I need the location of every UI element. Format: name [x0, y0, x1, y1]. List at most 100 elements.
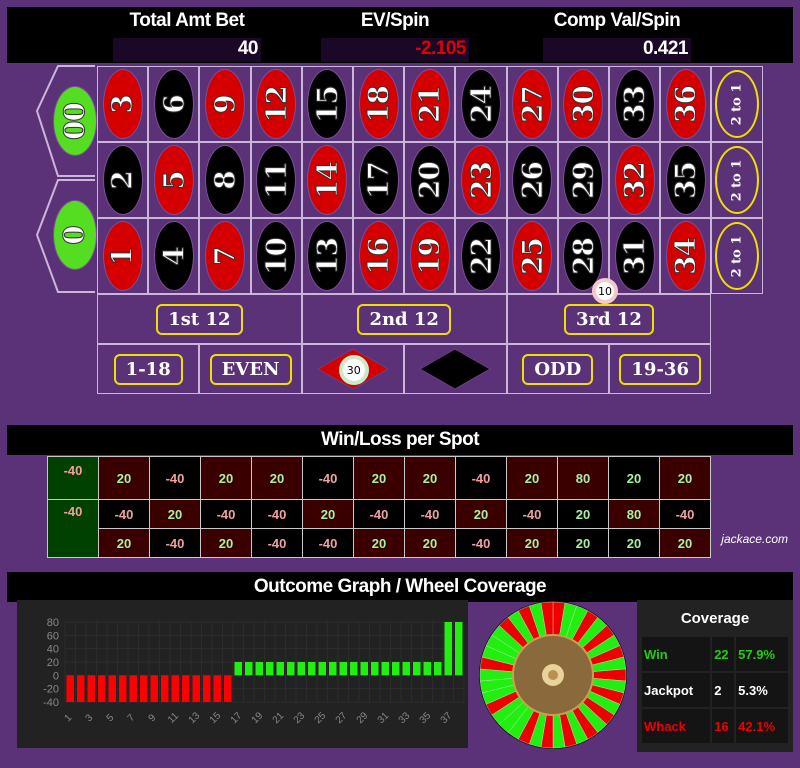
- column-bet-2[interactable]: 2 to 1: [711, 142, 764, 218]
- spot-31[interactable]: 31: [609, 218, 661, 294]
- x-tick-label: 3: [84, 712, 96, 724]
- number-label: 16: [362, 237, 396, 275]
- x-tick-label: 27: [334, 710, 350, 726]
- spot-22[interactable]: 22: [455, 218, 507, 294]
- number-label: 34: [669, 237, 703, 275]
- winloss-zero-cell: -40: [47, 499, 99, 558]
- column-bet-1[interactable]: 2 to 1: [711, 66, 764, 142]
- number-label: 7: [208, 246, 242, 266]
- spot-17[interactable]: 17: [353, 142, 405, 218]
- spot-20[interactable]: 20: [404, 142, 456, 218]
- number-oval: 27: [512, 69, 553, 139]
- spot-21[interactable]: 21: [404, 66, 456, 142]
- winloss-cell: 20: [659, 456, 711, 500]
- number-oval: 2: [102, 145, 143, 215]
- spot-7[interactable]: 7: [199, 218, 251, 294]
- number-oval: 15: [307, 69, 348, 139]
- number-oval: 16: [358, 221, 399, 291]
- spot-4[interactable]: 4: [148, 218, 200, 294]
- credit-text: jackace.com: [721, 532, 788, 546]
- number-label: 19: [413, 237, 447, 275]
- bar: [392, 662, 400, 676]
- spot-15[interactable]: 15: [301, 66, 353, 142]
- bar: [171, 675, 179, 702]
- winloss-cell: 80: [557, 456, 609, 500]
- low-bet[interactable]: 1-18: [97, 344, 200, 394]
- spot-00[interactable]: 00: [52, 85, 97, 157]
- high-bet[interactable]: 19-36: [609, 344, 712, 394]
- spot-30[interactable]: 30: [557, 66, 609, 142]
- number-oval: 13: [307, 221, 348, 291]
- spot-14[interactable]: 14: [301, 142, 353, 218]
- spot-2[interactable]: 2: [97, 142, 149, 218]
- spot-5[interactable]: 5: [148, 142, 200, 218]
- spot-12[interactable]: 12: [250, 66, 302, 142]
- winloss-cell: -40: [659, 499, 711, 529]
- number-label: 28: [566, 237, 600, 275]
- number-oval: 10: [256, 221, 297, 291]
- coverage-panel: Coverage Win 22 57.9% Jackpot 2 5.3% Whack 16 42…: [637, 600, 793, 752]
- odd-bet[interactable]: ODD: [506, 344, 609, 394]
- bar: [129, 675, 137, 702]
- bar: [192, 675, 200, 702]
- stat-comp-val: Comp Val/Spin 0.421: [543, 10, 691, 62]
- number-oval: 6: [153, 69, 194, 139]
- winloss-cell: 20: [353, 456, 405, 500]
- bar: [255, 662, 263, 676]
- black-bet[interactable]: [404, 344, 507, 394]
- red-bet[interactable]: 30: [301, 344, 405, 394]
- spot-25[interactable]: 25: [506, 218, 558, 294]
- spot-26[interactable]: 26: [506, 142, 558, 218]
- x-tick-label: 33: [397, 710, 413, 726]
- spot-36[interactable]: 36: [660, 66, 712, 142]
- number-oval: 35: [665, 145, 706, 215]
- number-label: 32: [618, 161, 652, 199]
- x-tick-label: 13: [187, 710, 203, 726]
- x-tick-label: 29: [355, 710, 371, 726]
- spot-0[interactable]: 0: [52, 199, 97, 271]
- spot-9[interactable]: 9: [199, 66, 251, 142]
- winloss-cell: -40: [455, 456, 507, 500]
- bar: [266, 662, 274, 676]
- spot-6[interactable]: 6: [148, 66, 200, 142]
- spot-33[interactable]: 33: [609, 66, 661, 142]
- winloss-cell: -40: [302, 528, 354, 558]
- spot-19[interactable]: 19: [404, 218, 456, 294]
- spot-32[interactable]: 32: [609, 142, 661, 218]
- spot-35[interactable]: 35: [660, 142, 712, 218]
- spot-23[interactable]: 23: [455, 142, 507, 218]
- x-tick-label: 21: [271, 710, 287, 726]
- outcome-title: Outcome Graph / Wheel Coverage: [7, 572, 793, 602]
- winloss-cell: 20: [200, 456, 252, 500]
- number-label: 22: [464, 237, 498, 275]
- stat-value: -2.105: [321, 38, 469, 62]
- spot-18[interactable]: 18: [353, 66, 405, 142]
- spot-1[interactable]: 1: [97, 218, 149, 294]
- spot-10[interactable]: 10: [250, 218, 302, 294]
- coverage-row: Whack 16 42.1%: [642, 709, 788, 743]
- spot-8[interactable]: 8: [199, 142, 251, 218]
- dozen-bet-2[interactable]: 2nd 12: [301, 294, 507, 344]
- number-oval: 36: [665, 69, 706, 139]
- column-bet-3[interactable]: 2 to 1: [711, 218, 764, 294]
- number-label: 1: [106, 246, 140, 266]
- spot-34[interactable]: 34: [660, 218, 712, 294]
- spot-16[interactable]: 16: [353, 218, 405, 294]
- spot-3[interactable]: 3: [97, 66, 149, 142]
- even-bet[interactable]: EVEN: [199, 344, 302, 394]
- chip-red[interactable]: 30: [338, 355, 369, 385]
- spot-11[interactable]: 11: [250, 142, 302, 218]
- number-label: 15: [310, 85, 344, 123]
- chip-street[interactable]: 10: [592, 278, 618, 304]
- y-tick-label: 0: [53, 670, 59, 682]
- winloss-cell: -40: [149, 456, 201, 500]
- number-oval: 33: [614, 69, 655, 139]
- coverage-label: Whack: [642, 709, 711, 743]
- number-label: 20: [413, 161, 447, 199]
- spot-13[interactable]: 13: [301, 218, 353, 294]
- spot-27[interactable]: 27: [506, 66, 558, 142]
- spot-29[interactable]: 29: [557, 142, 609, 218]
- dozen-bet-1[interactable]: 1st 12: [97, 294, 302, 344]
- spot-24[interactable]: 24: [455, 66, 507, 142]
- number-oval: 3: [102, 69, 143, 139]
